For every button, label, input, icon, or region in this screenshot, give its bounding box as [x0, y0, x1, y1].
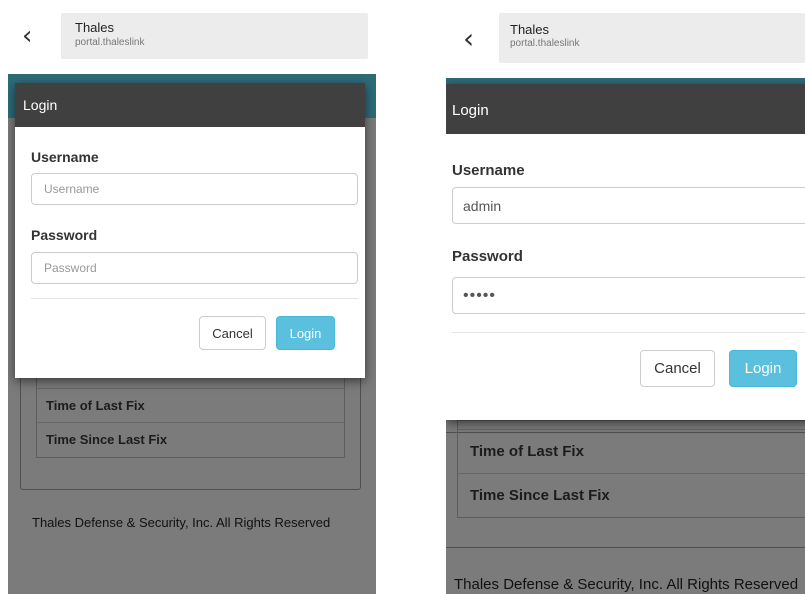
footer-copyright: Thales Defense & Security, Inc. All Righ… [454, 576, 799, 593]
table-row-time-since-last-fix: Time Since Last Fix [37, 422, 344, 457]
username-input[interactable] [31, 173, 358, 205]
modal-divider [452, 332, 805, 333]
phone-screen-left: ‹ Thales portal.thaleslink Time of Last … [8, 0, 376, 594]
login-modal: Login Username Password Cancel Login [446, 84, 805, 420]
modal-title: Login [23, 97, 58, 113]
table-row-time-of-last-fix: Time of Last Fix [458, 429, 805, 474]
footer-copyright: Thales Defense & Security, Inc. All Righ… [32, 515, 331, 530]
login-modal: Login Username Password Cancel Login [15, 83, 365, 378]
site-url: portal.thaleslink [75, 37, 145, 48]
modal-header: Login [446, 84, 805, 134]
username-label: Username [31, 149, 99, 165]
login-button[interactable]: Login [729, 350, 797, 387]
cancel-button[interactable]: Cancel [199, 316, 266, 350]
username-label: Username [452, 162, 525, 179]
modal-header: Login [15, 83, 365, 127]
password-label: Password [31, 227, 98, 243]
phone-screen-right: ‹ Thales portal.thaleslink Time of Last … [446, 0, 805, 594]
chevron-left-icon[interactable]: ‹ [463, 22, 474, 55]
site-title: Thales [75, 20, 115, 35]
login-button[interactable]: Login [276, 316, 335, 350]
browser-bar: ‹ Thales portal.thaleslink [446, 0, 805, 78]
password-input[interactable] [452, 277, 805, 314]
password-label: Password [452, 248, 523, 265]
table-row-time-of-last-fix: Time of Last Fix [37, 388, 344, 423]
site-url: portal.thaleslink [510, 38, 580, 49]
table-row-time-since-last-fix: Time Since Last Fix [458, 473, 805, 518]
status-table: Time of Last Fix Time Since Last Fix [457, 420, 805, 518]
modal-divider [31, 298, 358, 299]
site-title: Thales [510, 22, 550, 37]
password-input[interactable] [31, 252, 358, 284]
modal-title: Login [452, 102, 489, 119]
cancel-button[interactable]: Cancel [640, 350, 715, 387]
username-input[interactable] [452, 187, 805, 224]
browser-bar: ‹ Thales portal.thaleslink [8, 0, 376, 74]
chevron-left-icon[interactable]: ‹ [22, 21, 32, 51]
